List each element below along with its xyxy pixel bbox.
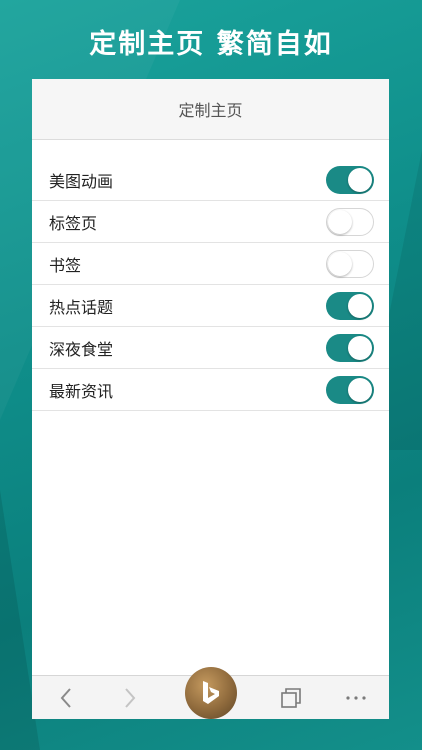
toggle-knob	[348, 335, 372, 360]
settings-row-label: 最新资讯	[49, 381, 114, 401]
toggle-switch[interactable]	[326, 165, 374, 194]
forward-icon[interactable]	[116, 676, 144, 719]
toggle-knob	[348, 377, 372, 402]
settings-row-latest-news: 最新资讯	[32, 369, 389, 411]
settings-row-label: 深夜食堂	[49, 339, 114, 359]
toggle-knob	[328, 209, 352, 234]
settings-row-label: 美图动画	[49, 171, 114, 191]
toggle-switch[interactable]	[326, 333, 374, 362]
phone-screen: 定制主页 美图动画 标签页 书签 热点话题 深夜食堂 最新资讯	[32, 79, 389, 719]
settings-row-label: 书签	[49, 255, 82, 275]
settings-list: 美图动画 标签页 书签 热点话题 深夜食堂 最新资讯	[32, 159, 389, 411]
back-icon[interactable]	[52, 676, 80, 719]
nav-title: 定制主页	[178, 101, 243, 120]
toggle-knob	[348, 167, 372, 192]
toggle-switch[interactable]	[326, 291, 374, 320]
settings-row-pic-animation: 美图动画	[32, 159, 389, 201]
settings-row-late-night: 深夜食堂	[32, 327, 389, 369]
more-icon[interactable]	[341, 676, 371, 719]
settings-row-label: 标签页	[49, 213, 98, 233]
toggle-switch[interactable]	[326, 249, 374, 278]
toggle-knob	[328, 251, 352, 276]
nav-bar: 定制主页	[32, 79, 389, 140]
promo-headline: 定制主页 繁简自如	[89, 29, 333, 60]
tabs-icon[interactable]	[277, 676, 305, 719]
toggle-switch[interactable]	[326, 207, 374, 236]
bottom-toolbar	[32, 667, 389, 719]
settings-row-tabs: 标签页	[32, 201, 389, 243]
toggle-knob	[348, 293, 372, 318]
toggle-switch[interactable]	[326, 375, 374, 404]
settings-row-hot-topics: 热点话题	[32, 285, 389, 327]
settings-row-label: 热点话题	[49, 297, 114, 317]
settings-row-bookmarks: 书签	[32, 243, 389, 285]
bing-logo-icon[interactable]	[185, 667, 237, 719]
